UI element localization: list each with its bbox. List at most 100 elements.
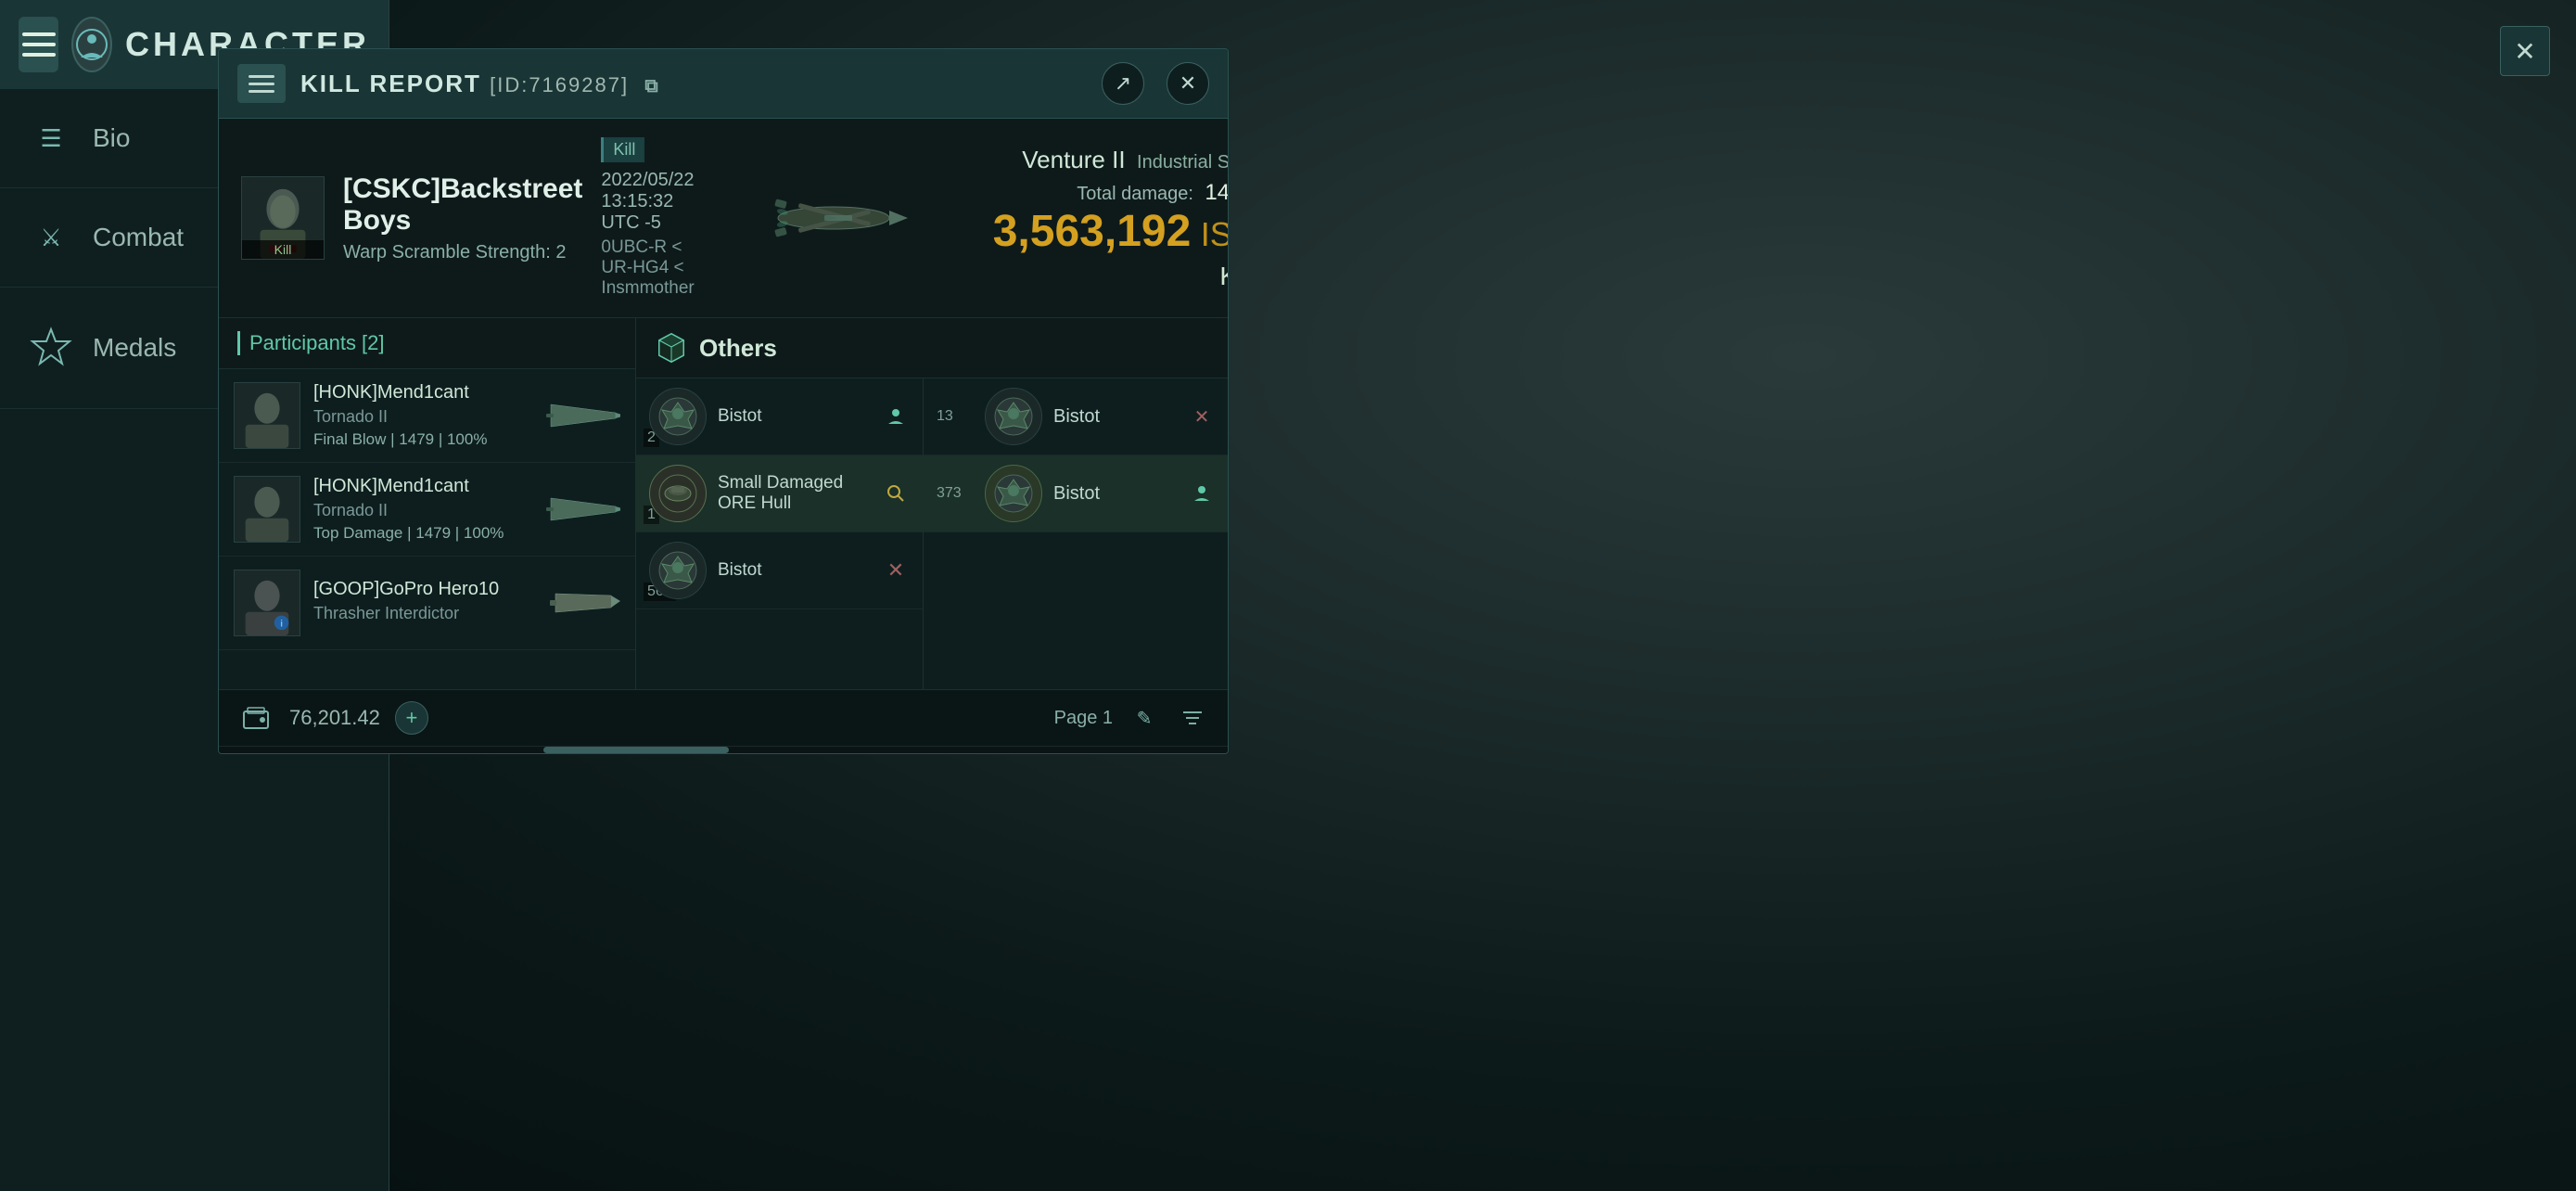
ship-type: Industrial Ship: [1137, 152, 1229, 173]
cargo-icon-1: [649, 388, 707, 445]
participant-avatar-2: [234, 476, 300, 543]
participant-info-1: [HONK]Mend1cant Tornado II Final Blow | …: [313, 382, 533, 449]
close-icon: ✕: [1180, 71, 1196, 96]
person-icon-right[interactable]: [1189, 480, 1215, 506]
modal-menu-line-2: [249, 83, 274, 85]
participant-ship-img-3: [546, 575, 620, 631]
modal-export-button[interactable]: ↗: [1102, 62, 1144, 105]
cube-icon: [655, 331, 688, 365]
sidebar-item-bio-label: Bio: [93, 123, 130, 153]
main-close-icon: ✕: [2514, 36, 2535, 67]
participant-avatar-1: [234, 382, 300, 449]
victim-warp-scramble: Warp Scramble Strength: 2: [343, 242, 582, 263]
isk-unit: ISK: [1201, 215, 1229, 253]
wallet-icon: [237, 699, 274, 736]
footer-add-button[interactable]: +: [395, 701, 428, 735]
sidebar-item-medals-label: Medals: [93, 333, 176, 363]
participant-stats-1: Final Blow | 1479 | 100%: [313, 430, 533, 449]
modal-title-text: KILL REPORT: [300, 70, 481, 97]
kill-tag-text: Kill: [274, 242, 292, 257]
others-panel: Others 2 Bis: [636, 318, 1228, 689]
total-damage-label: Total damage:: [1077, 184, 1193, 204]
participant-item[interactable]: [HONK]Mend1cant Tornado II Top Damage | …: [219, 463, 635, 557]
cargo-list-left: 2 Bistot: [636, 378, 924, 689]
hamburger-line-3: [22, 53, 56, 57]
ship-name: Venture II: [1022, 146, 1125, 173]
hamburger-line-2: [22, 43, 56, 46]
cargo-name-1: Bistot: [718, 406, 871, 427]
participant-item[interactable]: [HONK]Mend1cant Tornado II Final Blow | …: [219, 369, 635, 463]
victim-name: [CSKC]Backstreet Boys: [343, 173, 582, 237]
kill-location: 0UBC-R < UR-HG4 < Insmmother: [601, 237, 694, 299]
modal-title: KILL REPORT [ID:7169287] ⧉: [300, 70, 1079, 98]
edit-icon: ✎: [1137, 707, 1153, 730]
participant-ship-3: Thrasher Interdictor: [313, 604, 533, 623]
footer-page: Page 1: [1054, 708, 1113, 729]
total-damage-value: 1479: [1205, 180, 1229, 205]
ship-preview: [713, 153, 954, 283]
ship-image: [722, 162, 945, 274]
cargo-item-right[interactable]: 13 Bistot ✕: [924, 378, 1228, 455]
participants-header: Participants [2]: [219, 318, 635, 369]
main-window-close-button[interactable]: ✕: [2500, 26, 2550, 76]
kill-stats: Venture II Industrial Ship Total damage:…: [993, 146, 1229, 291]
person-icon[interactable]: [882, 403, 910, 430]
footer-edit-button[interactable]: ✎: [1128, 701, 1161, 735]
isk-value: 3,563,192: [993, 207, 1192, 256]
victim-avatar: Kill: [241, 176, 325, 260]
participant-name-2: [HONK]Mend1cant: [313, 476, 533, 497]
kill-type-tag-text: Kill: [613, 140, 635, 159]
close-icon[interactable]: ✕: [882, 557, 910, 584]
modal-menu-button[interactable]: [237, 64, 286, 103]
add-icon: +: [405, 706, 417, 730]
medals-icon: [28, 325, 74, 371]
footer-filter-button[interactable]: [1176, 701, 1209, 735]
participant-name-1: [HONK]Mend1cant: [313, 382, 533, 403]
cargo-name-3: Bistot: [718, 560, 871, 581]
participant-ship-img-1: [546, 388, 620, 443]
cargo-icon-right-1: [985, 388, 1042, 445]
participant-avatar-3: i: [234, 570, 300, 636]
sidebar-item-combat-label: Combat: [93, 223, 184, 252]
copy-icon: ⧉: [644, 76, 659, 96]
hamburger-line-1: [22, 32, 56, 36]
scrollbar-thumb[interactable]: [543, 747, 729, 753]
kill-report-modal: KILL REPORT [ID:7169287] ⧉ ↗ ✕: [218, 48, 1229, 754]
participant-ship-2: Tornado II: [313, 501, 533, 520]
modal-scrollbar[interactable]: [219, 746, 1228, 753]
cargo-qty-right-2: 373: [937, 485, 974, 502]
participant-info-2: [HONK]Mend1cant Tornado II Top Damage | …: [313, 476, 533, 543]
cargo-name-right-2: Bistot: [1053, 483, 1178, 505]
modal-footer: 76,201.42 + Page 1 ✎: [219, 689, 1228, 746]
cargo-name-2: Small Damaged ORE Hull: [718, 473, 871, 514]
kill-time-section: Kill 2022/05/22 13:15:32 UTC -5 0UBC-R <…: [601, 137, 694, 299]
modal-title-id: [ID:7169287]: [490, 73, 629, 96]
cargo-item[interactable]: 2 Bistot: [636, 378, 923, 455]
participants-panel: Participants [2] [HONK]Mend1cant Tornad: [219, 318, 636, 689]
participant-info-3: [GOOP]GoPro Hero10 Thrasher Interdictor: [313, 579, 533, 627]
cargo-item-right[interactable]: 373 Bistot: [924, 455, 1228, 532]
cargo-item[interactable]: 1 Small Damaged ORE Hull: [636, 455, 923, 532]
cargo-item[interactable]: 564 Bistot ✕: [636, 532, 923, 609]
victim-info: [CSKC]Backstreet Boys Warp Scramble Stre…: [343, 173, 582, 263]
others-title: Others: [699, 334, 777, 363]
modal-close-button[interactable]: ✕: [1167, 62, 1209, 105]
kill-time: 2022/05/22 13:15:32 UTC -5: [601, 170, 694, 234]
kill-type: Kill: [993, 262, 1229, 291]
participant-ship-1: Tornado II: [313, 407, 533, 427]
modal-menu-line-1: [249, 75, 274, 78]
cargo-qty-right-1: 13: [937, 408, 974, 425]
modal-titlebar: KILL REPORT [ID:7169287] ⧉ ↗ ✕: [219, 49, 1228, 119]
participant-item[interactable]: i [GOOP]GoPro Hero10 Thrasher Interdicto…: [219, 557, 635, 650]
export-icon: ↗: [1115, 71, 1131, 96]
cargo-icon-right-2: [985, 465, 1042, 522]
bio-icon: ☰: [28, 115, 74, 161]
search-icon[interactable]: [882, 480, 910, 507]
others-header: Others: [636, 318, 1228, 378]
char-menu-button[interactable]: [19, 17, 58, 72]
participant-ship-img-2: [546, 481, 620, 537]
cargo-name-right-1: Bistot: [1053, 406, 1178, 428]
kill-info-header: Kill [CSKC]Backstreet Boys Warp Scramble…: [219, 119, 1228, 318]
close-icon-right-1[interactable]: ✕: [1189, 403, 1215, 429]
combat-icon: ⚔: [28, 214, 74, 261]
